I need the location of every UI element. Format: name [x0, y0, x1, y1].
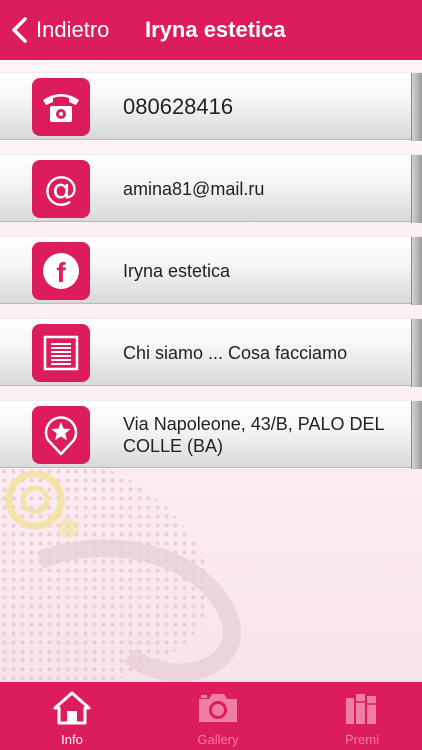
camera-icon	[199, 694, 237, 722]
content-area: 080628416 @ amina81@mail.ru f Iryna este…	[0, 60, 422, 682]
phone-number: 080628416	[123, 94, 234, 119]
document-icon	[32, 324, 90, 382]
home-icon	[53, 691, 91, 725]
tab-info[interactable]: Info	[2, 682, 142, 750]
tab-info-label: Info	[61, 732, 83, 747]
address-label: Via Napoleone, 43/B, PALO DEL COLLE (BA)	[123, 414, 384, 456]
books-icon	[346, 694, 376, 724]
navigation-bar: Indietro Iryna estetica	[0, 0, 422, 60]
back-label: Indietro	[36, 17, 110, 42]
tab-gallery[interactable]: Gallery	[148, 682, 288, 750]
tab-bar: Info Gallery Premi	[0, 682, 422, 750]
telephone-icon	[32, 78, 90, 136]
facebook-icon: f	[32, 242, 90, 300]
chevron-left-icon	[12, 17, 27, 43]
address-row[interactable]: Via Napoleone, 43/B, PALO DEL COLLE (BA)	[0, 400, 422, 469]
email-row[interactable]: @ amina81@mail.ru	[0, 154, 422, 223]
facebook-row[interactable]: f Iryna estetica	[0, 236, 422, 305]
about-label: Chi siamo ... Cosa facciamo	[123, 343, 348, 363]
about-row[interactable]: Chi siamo ... Cosa facciamo	[0, 318, 422, 387]
row-edge	[411, 237, 422, 305]
page-title: Iryna estetica	[145, 17, 286, 42]
row-edge	[411, 73, 422, 141]
at-sign-icon: @	[32, 160, 90, 218]
back-button[interactable]: Indietro	[8, 0, 109, 60]
tab-premi-label: Premi	[345, 732, 379, 747]
background-decoration	[0, 460, 241, 682]
facebook-name: Iryna estetica	[123, 261, 231, 281]
row-edge	[411, 155, 422, 223]
row-edge	[411, 319, 422, 387]
tab-premi[interactable]: Premi	[292, 682, 422, 750]
map-pin-star-icon	[32, 406, 90, 464]
phone-row[interactable]: 080628416	[0, 72, 422, 141]
tab-gallery-label: Gallery	[197, 732, 239, 747]
email-address: amina81@mail.ru	[123, 179, 265, 199]
row-edge	[411, 401, 422, 469]
svg-text:f: f	[56, 257, 66, 288]
